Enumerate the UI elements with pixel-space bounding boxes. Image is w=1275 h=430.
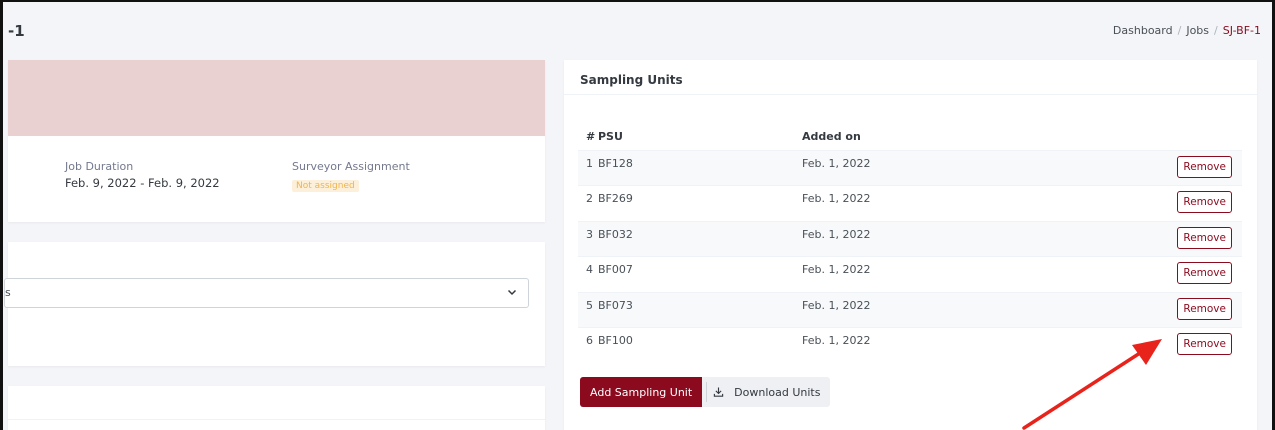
remove-button[interactable]: Remove [1177,262,1232,284]
download-units-button[interactable]: Download Units [702,377,831,407]
status-badge: Not assigned [292,180,359,192]
row-actions: Remove [1132,149,1242,186]
card-divider [8,419,545,420]
row-number: 3 [578,220,598,257]
screenshot-border-left [0,0,3,430]
remove-button[interactable]: Remove [1177,226,1232,249]
download-units-label: Download Units [734,385,821,399]
job-duration-label: Job Duration [65,160,134,173]
column-header-added-on: Added on [802,130,861,144]
column-header-psu: PSU [598,130,623,144]
lower-card [8,386,545,430]
remove-button[interactable]: Remove [1177,333,1232,355]
sampling-units-title: Sampling Units [564,60,1257,95]
row-number: 1 [578,149,598,186]
table-row: 2 BF269 Feb. 1, 2022 Remove [578,185,1242,221]
row-psu: BF128 [598,149,802,186]
table-row: 4 BF007 Feb. 1, 2022 Remove [578,256,1242,292]
job-duration-block: Job Duration Feb. 9, 2022 - Feb. 9, 2022 [65,160,220,190]
surveyor-assignment-block: Surveyor Assignment Not assigned [292,160,410,192]
table-row: 5 BF073 Feb. 1, 2022 Remove [578,291,1242,328]
row-added-on: Feb. 1, 2022 [802,149,1132,186]
column-header-actions [1132,124,1242,150]
download-icon [706,382,724,402]
row-psu: BF269 [598,185,802,221]
chevron-down-icon [507,289,517,296]
row-number: 4 [578,256,598,292]
row-actions: Remove [1132,185,1242,221]
page-title: -1 [8,22,25,40]
sampling-units-table: # PSU Added on 1 BF128 Feb. 1, 2022 Remo… [578,124,1242,363]
breadcrumb-separator: / [1177,24,1182,37]
remove-button[interactable]: Remove [1177,297,1232,320]
row-added-on: Feb. 1, 2022 [802,327,1132,363]
row-actions: Remove [1132,327,1242,363]
selection-card: s [4,242,545,366]
row-psu: BF032 [598,220,802,257]
row-psu: BF100 [598,327,802,363]
row-added-on: Feb. 1, 2022 [802,185,1132,221]
row-added-on: Feb. 1, 2022 [802,291,1132,328]
breadcrumb: Dashboard / Jobs / SJ-BF-1 [1113,24,1261,37]
dropdown-value: s [5,286,11,299]
table-header-row: # PSU Added on [578,124,1242,150]
job-duration-value: Feb. 9, 2022 - Feb. 9, 2022 [65,176,220,190]
job-details-card: Job Duration Feb. 9, 2022 - Feb. 9, 2022… [8,60,545,222]
add-sampling-unit-button[interactable]: Add Sampling Unit [580,377,703,407]
dropdown-select[interactable]: s [4,278,529,308]
row-psu: BF073 [598,291,802,328]
remove-button[interactable]: Remove [1177,191,1232,213]
row-added-on: Feb. 1, 2022 [802,220,1132,257]
column-header-number: # [586,130,596,144]
breadcrumb-separator: / [1214,24,1218,37]
row-number: 2 [578,185,598,221]
breadcrumb-dashboard[interactable]: Dashboard [1113,24,1173,37]
job-banner [8,60,545,136]
table-row: 6 BF100 Feb. 1, 2022 Remove [578,327,1242,363]
table-row: 1 BF128 Feb. 1, 2022 Remove [578,149,1242,186]
row-number: 5 [578,291,598,328]
row-actions: Remove [1132,220,1242,257]
row-actions: Remove [1132,256,1242,292]
screenshot-border-top [0,0,1275,2]
table-row: 3 BF032 Feb. 1, 2022 Remove [578,220,1242,257]
breadcrumb-jobs[interactable]: Jobs [1186,24,1209,37]
breadcrumb-current: SJ-BF-1 [1222,24,1261,37]
row-added-on: Feb. 1, 2022 [802,256,1132,292]
row-actions: Remove [1132,291,1242,328]
row-number: 6 [578,327,598,363]
row-psu: BF007 [598,256,802,292]
remove-button[interactable]: Remove [1177,155,1232,178]
sampling-units-actions: Add Sampling Unit Download Units [580,377,831,407]
surveyor-assignment-label: Surveyor Assignment [292,160,410,173]
sampling-units-card: Sampling Units # PSU Added on 1 BF128 Fe… [564,60,1257,430]
